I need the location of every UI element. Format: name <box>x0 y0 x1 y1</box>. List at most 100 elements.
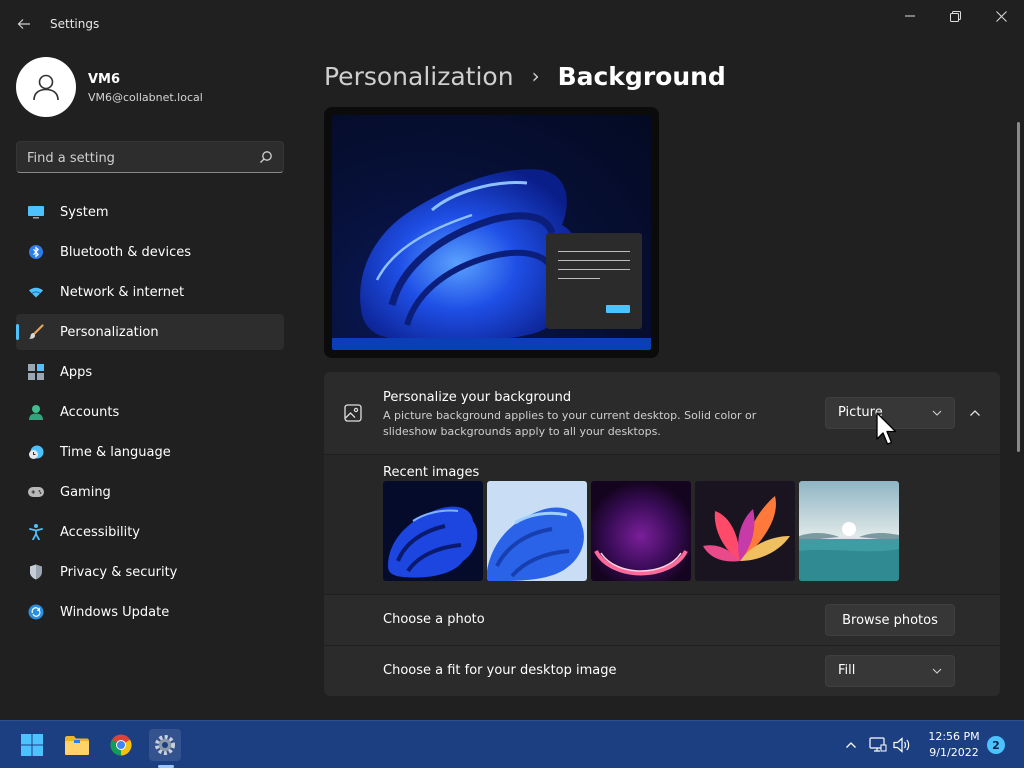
sidebar-item-label: Accessibility <box>60 524 140 540</box>
breadcrumb-separator: › <box>531 64 540 88</box>
background-type-dropdown[interactable]: Picture <box>825 397 955 429</box>
close-button[interactable] <box>978 4 1024 28</box>
sidebar-item-label: Accounts <box>60 404 120 420</box>
sidebar-nav: System Bluetooth & devices Network & int… <box>16 194 284 634</box>
chevron-up-icon <box>970 410 980 416</box>
sidebar-item-accounts[interactable]: Accounts <box>16 394 284 430</box>
brush-icon <box>28 324 44 340</box>
search-box[interactable] <box>16 141 284 173</box>
recent-image-3[interactable] <box>591 481 691 581</box>
update-icon <box>28 604 44 620</box>
user-name: VM6 <box>88 72 121 87</box>
glow-arc-thumbnail <box>591 481 691 581</box>
accessibility-icon <box>28 524 44 540</box>
person-icon <box>33 74 59 101</box>
desktop-preview <box>324 107 659 358</box>
monitor-icon <box>28 204 44 220</box>
chevron-up-icon <box>846 742 856 748</box>
bloom-light-thumbnail <box>487 481 587 581</box>
sidebar-item-label: Personalization <box>60 324 159 340</box>
search-input[interactable] <box>27 149 247 167</box>
chevron-down-icon <box>932 410 942 416</box>
sidebar-item-label: Gaming <box>60 484 111 500</box>
minimize-icon <box>905 15 915 17</box>
maximize-button[interactable] <box>932 4 978 28</box>
chrome-button[interactable] <box>105 729 137 761</box>
scrollbar[interactable] <box>1017 122 1020 452</box>
sidebar-item-bluetooth[interactable]: Bluetooth & devices <box>16 234 284 270</box>
title-bar: Settings <box>0 0 1024 48</box>
sidebar-item-accessibility[interactable]: Accessibility <box>16 514 284 550</box>
lake-sunrise-thumbnail <box>799 481 899 581</box>
breadcrumb-parent[interactable]: Personalization <box>324 62 514 91</box>
volume-tray-button[interactable] <box>893 736 911 754</box>
chrome-icon <box>110 734 132 756</box>
browse-photos-button[interactable]: Browse photos <box>825 604 955 636</box>
search-icon[interactable] <box>259 150 273 164</box>
sidebar-item-network[interactable]: Network & internet <box>16 274 284 310</box>
sidebar-item-apps[interactable]: Apps <box>16 354 284 390</box>
volume-icon <box>893 737 910 753</box>
file-explorer-icon <box>65 736 89 755</box>
sidebar-item-system[interactable]: System <box>16 194 284 230</box>
restore-icon <box>949 10 961 22</box>
sidebar-item-personalization[interactable]: Personalization <box>16 314 284 350</box>
image-icon <box>344 404 362 422</box>
notification-badge[interactable]: 2 <box>987 736 1005 754</box>
background-type-value: Picture <box>838 405 883 420</box>
recent-images-section: Recent images <box>324 455 1000 594</box>
fit-dropdown[interactable]: Fill <box>825 655 955 687</box>
sidebar-item-label: System <box>60 204 109 220</box>
preview-sample-button <box>606 305 630 313</box>
sidebar-item-label: Windows Update <box>60 604 170 620</box>
choose-photo-row: Choose a photo Browse photos <box>324 595 1000 645</box>
recent-image-5[interactable] <box>799 481 899 581</box>
gamepad-icon <box>28 484 44 500</box>
sidebar-item-label: Apps <box>60 364 93 380</box>
start-button[interactable] <box>16 729 48 761</box>
clock-time: 12:56 PM <box>928 730 980 743</box>
choose-fit-row: Choose a fit for your desktop image Fill <box>324 646 1000 696</box>
sidebar-item-privacy-security[interactable]: Privacy & security <box>16 554 284 590</box>
ribbon-flower-thumbnail <box>695 481 795 581</box>
back-arrow-icon <box>17 19 30 29</box>
sidebar-item-label: Privacy & security <box>60 564 178 580</box>
page-title: Background <box>557 61 726 91</box>
file-explorer-button[interactable] <box>61 729 93 761</box>
fit-value: Fill <box>838 663 856 678</box>
personalize-background-card[interactable]: Personalize your background A picture ba… <box>324 372 1000 454</box>
sidebar-item-gaming[interactable]: Gaming <box>16 474 284 510</box>
chevron-down-icon <box>932 668 942 674</box>
recent-image-2[interactable] <box>487 481 587 581</box>
recent-image-4[interactable] <box>695 481 795 581</box>
taskbar-clock[interactable]: 12:56 PM 9/1/2022 <box>928 729 980 761</box>
choose-photo-label: Choose a photo <box>383 612 485 627</box>
sidebar-item-label: Time & language <box>60 444 171 460</box>
close-icon <box>995 10 1007 22</box>
sidebar-item-windows-update[interactable]: Windows Update <box>16 594 284 630</box>
accounts-icon <box>28 404 44 420</box>
choose-fit-label: Choose a fit for your desktop image <box>383 663 617 678</box>
bluetooth-icon <box>28 244 44 260</box>
desktop-preview-screen <box>332 115 651 350</box>
settings-gear-icon <box>155 735 175 755</box>
start-icon <box>21 734 43 756</box>
collapse-button[interactable] <box>964 402 986 424</box>
shield-icon <box>28 564 44 580</box>
background-description: A picture background applies to your cur… <box>383 409 757 438</box>
network-icon <box>869 737 887 752</box>
minimize-button[interactable] <box>887 4 933 28</box>
background-title: Personalize your background <box>383 390 572 405</box>
recent-images-label: Recent images <box>383 465 480 480</box>
taskbar: 12:56 PM 9/1/2022 2 <box>0 720 1024 768</box>
sidebar-item-label: Network & internet <box>60 284 185 300</box>
preview-taskbar <box>332 338 651 350</box>
clock-date: 9/1/2022 <box>929 746 979 759</box>
sidebar-item-time-language[interactable]: Time & language <box>16 434 284 470</box>
tray-overflow-button[interactable] <box>842 736 860 754</box>
recent-image-1[interactable] <box>383 481 483 581</box>
back-button[interactable] <box>12 12 36 36</box>
network-tray-button[interactable] <box>869 736 887 754</box>
clock-globe-icon <box>28 444 44 460</box>
settings-taskbar-button[interactable] <box>149 729 181 761</box>
